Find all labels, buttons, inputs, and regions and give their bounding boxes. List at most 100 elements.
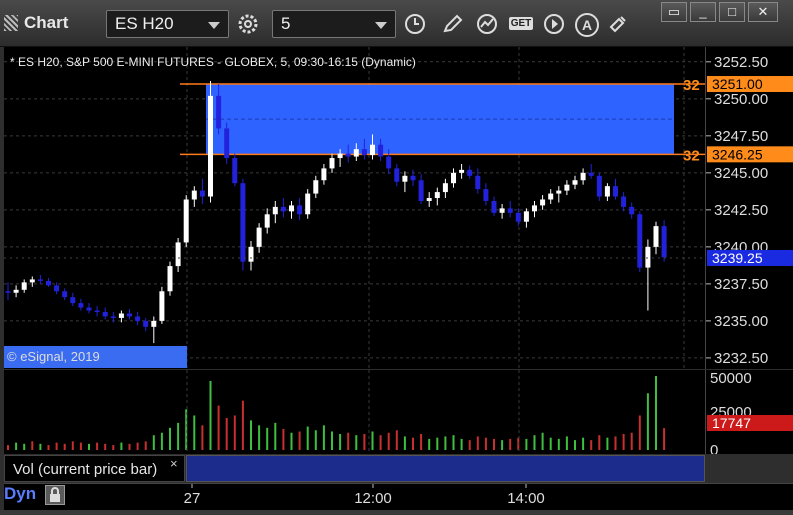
restore-button[interactable]: ▭ — [661, 2, 687, 22]
candle-body — [240, 183, 246, 262]
minimize-icon: _ — [699, 4, 707, 19]
candle-body — [337, 153, 343, 159]
price-chart[interactable]: 32 32 * ES H20, S&P 500 E-MINI FUTURES - … — [4, 47, 705, 369]
minimize-button[interactable]: _ — [690, 2, 716, 22]
candle-body — [199, 190, 205, 197]
chevron-down-icon — [208, 22, 220, 29]
a-icon: A — [575, 13, 599, 37]
candle-body — [394, 168, 400, 182]
zone-low-marker: 3246.25 — [712, 146, 763, 162]
candle-body — [378, 144, 384, 157]
price-tick-label: 3245.00 — [714, 165, 768, 182]
get-button[interactable]: GET — [506, 10, 536, 38]
candle-body — [629, 206, 635, 215]
current-volume-marker: 17747 — [712, 415, 751, 431]
price-chart-canvas[interactable]: 32 32 — [4, 47, 705, 369]
price-axis-canvas: 3252.503250.003247.503245.003242.503240.… — [706, 54, 793, 367]
price-axis[interactable]: 3252.50 3250.00 3247.50 3245.00 3242.50 3240.… — [705, 47, 793, 369]
candle-body — [345, 153, 351, 157]
candle-body — [86, 307, 92, 311]
interval-select[interactable]: 5 — [272, 10, 396, 38]
candle-body — [94, 310, 100, 313]
interval-value: 5 — [281, 14, 291, 33]
link-button[interactable] — [604, 10, 634, 38]
candle-body — [434, 192, 440, 199]
candle-body — [62, 291, 68, 298]
candle-body — [548, 193, 554, 200]
play-button[interactable] — [539, 10, 569, 38]
zone-high-side-label: 32 — [683, 77, 700, 94]
close-icon: ✕ — [757, 4, 769, 19]
candle-body — [297, 205, 303, 215]
clock-icon — [405, 14, 425, 34]
candle-body — [167, 266, 173, 292]
zone-low-side-label: 32 — [683, 147, 700, 164]
candle-body — [127, 313, 132, 317]
window-title[interactable]: Chart — [4, 10, 68, 36]
candle-body — [151, 320, 157, 327]
volume-canvas — [7, 370, 666, 454]
volume-study-bar[interactable] — [186, 455, 705, 482]
volume-axis[interactable]: 50000 25000 0 17747 — [705, 370, 793, 459]
volume-pane[interactable] — [4, 370, 705, 454]
candle-body — [13, 289, 19, 293]
current-price-marker: 3239.25 — [712, 250, 763, 266]
candle-body — [580, 172, 586, 181]
lock-icon — [50, 487, 60, 502]
maximize-button[interactable]: □ — [719, 2, 745, 22]
candle-body — [21, 282, 27, 290]
candle-body — [191, 190, 197, 200]
time-button[interactable] — [400, 10, 430, 38]
symbol-select[interactable]: ES H20 — [106, 10, 229, 38]
candle-body — [329, 158, 335, 169]
drag-grip-icon[interactable] — [4, 15, 18, 31]
candle-body — [353, 149, 359, 157]
candle-body — [289, 205, 294, 212]
candle-body — [70, 297, 76, 304]
candle-body — [556, 190, 562, 194]
candle-body — [5, 291, 11, 293]
candle-body — [418, 180, 424, 201]
candle-body — [175, 242, 181, 267]
studies-button[interactable] — [472, 10, 502, 38]
candle-body — [523, 211, 529, 222]
pencil-icon — [443, 14, 463, 33]
candle-body — [402, 175, 408, 182]
time-axis[interactable]: 27 12:00 14:00 — [4, 483, 793, 510]
candle-body — [135, 316, 141, 321]
candle-body — [621, 196, 627, 207]
candle-body — [596, 175, 602, 197]
candle-body — [110, 316, 116, 318]
draw-button[interactable] — [438, 10, 468, 38]
candle-body — [313, 180, 319, 194]
play-icon — [544, 14, 564, 34]
lock-button[interactable] — [45, 485, 65, 505]
candle-body — [102, 312, 108, 317]
gear-icon — [238, 14, 258, 34]
close-button[interactable]: ✕ — [748, 2, 778, 22]
price-tick-label: 3247.50 — [714, 128, 768, 145]
symbol-value: ES H20 — [115, 14, 174, 33]
alert-button[interactable]: A — [572, 10, 602, 38]
candle-body — [532, 205, 537, 212]
candle-body — [78, 303, 84, 308]
candle-body — [467, 169, 473, 176]
window-title-label: Chart — [24, 13, 69, 32]
settings-button[interactable] — [233, 10, 263, 38]
candle-body — [637, 214, 643, 268]
volume-close-button[interactable]: × — [170, 456, 178, 471]
candle-body — [645, 246, 651, 268]
dynamic-mode-label[interactable]: Dyn — [4, 484, 36, 504]
candle-body — [256, 227, 262, 247]
volume-legend[interactable]: Vol (current price bar) — [4, 455, 185, 482]
maximize-icon: □ — [728, 4, 736, 19]
candle-body — [515, 212, 521, 222]
candle-body — [29, 279, 35, 283]
candle-body — [208, 95, 213, 197]
candle-body — [224, 128, 230, 159]
candle-body — [54, 285, 60, 292]
candle-body — [483, 189, 489, 201]
candle-body — [475, 175, 481, 190]
volume-tick-label: 50000 — [710, 370, 752, 387]
time-axis-canvas: 27 12:00 14:00 — [184, 484, 545, 507]
